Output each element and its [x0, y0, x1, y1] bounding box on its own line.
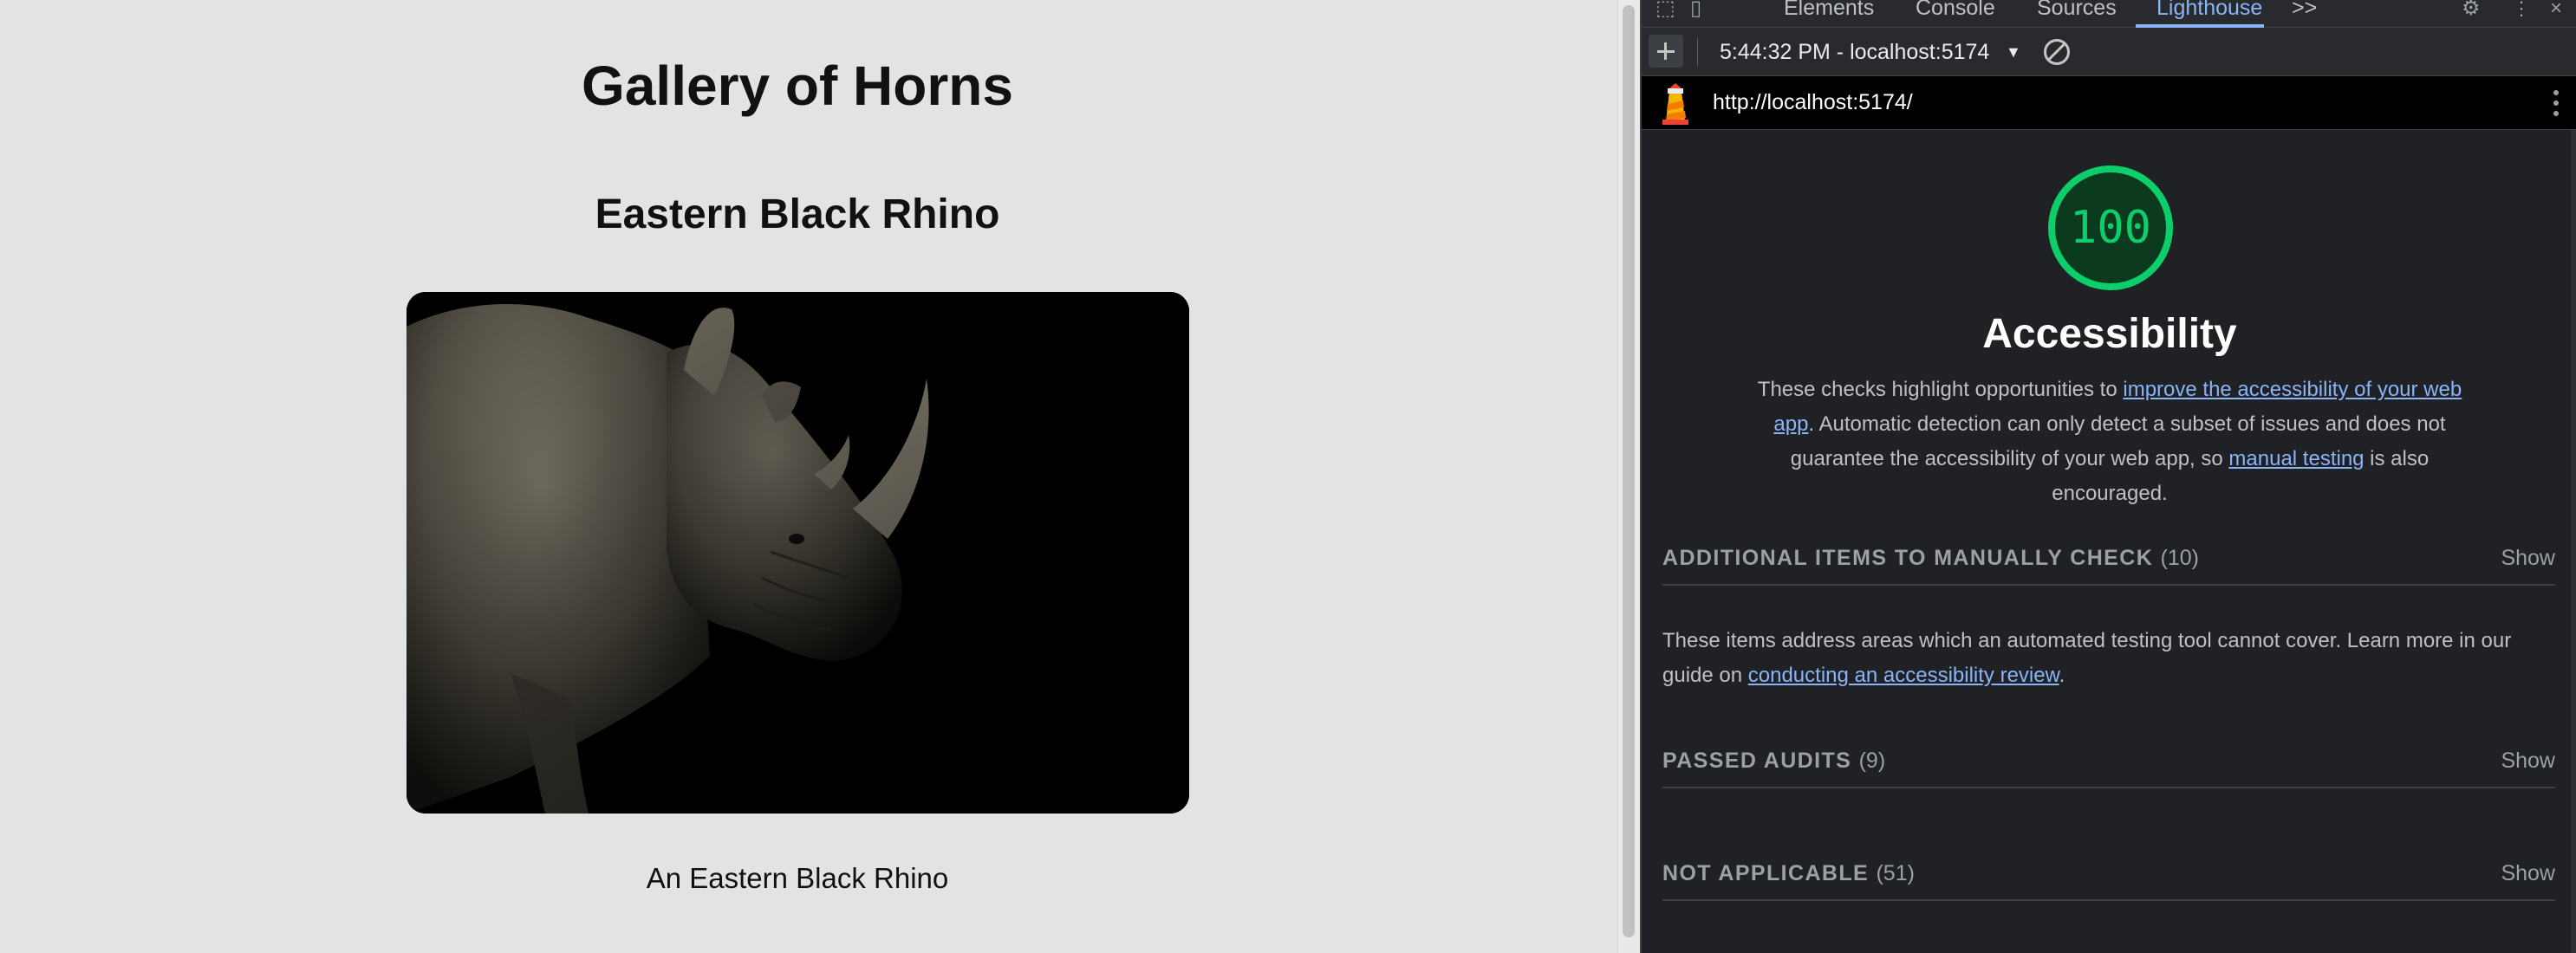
- settings-icon[interactable]: ⚙: [2462, 0, 2481, 21]
- image-caption: An Eastern Black Rhino: [646, 862, 949, 894]
- report-url: http://localhost:5174/: [1713, 90, 1913, 114]
- score-value: 100: [2070, 202, 2151, 254]
- group-passed-audits[interactable]: PASSED AUDITS (9) Show: [1662, 740, 2555, 788]
- manual-desc-end: .: [2059, 664, 2065, 687]
- devtools-panel: ⬚ ▯ Elements Console Sources Lighthouse …: [1640, 0, 2576, 953]
- page-scrollbar-thumb[interactable]: [1623, 5, 1635, 937]
- tab-console[interactable]: Console: [1916, 0, 1995, 24]
- tab-elements[interactable]: Elements: [1784, 0, 1874, 24]
- devtools-tabbar: ⬚ ▯ Elements Console Sources Lighthouse …: [1642, 0, 2576, 28]
- page-title: Gallery of Horns: [582, 55, 1013, 117]
- close-icon[interactable]: ×: [2550, 0, 2562, 21]
- show-button[interactable]: Show: [2501, 546, 2555, 571]
- toolbar-divider: [1697, 38, 1698, 66]
- kebab-menu-icon[interactable]: [2553, 90, 2560, 118]
- tab-lighthouse[interactable]: Lighthouse: [2156, 0, 2262, 24]
- manual-checks-description: These items address areas which an autom…: [1662, 624, 2555, 693]
- group-manual-checks[interactable]: ADDITIONAL ITEMS TO MANUALLY CHECK (10) …: [1662, 537, 2555, 586]
- tab-sources[interactable]: Sources: [2037, 0, 2117, 24]
- device-toggle-icon[interactable]: ▯: [1690, 0, 1701, 21]
- group-not-applicable[interactable]: NOT APPLICABLE (51) Show: [1662, 853, 2555, 901]
- inspect-icon[interactable]: ⬚: [1656, 0, 1675, 21]
- rhino-image: [407, 292, 1189, 814]
- card-title: Eastern Black Rhino: [595, 191, 1000, 237]
- accessibility-review-link[interactable]: conducting an accessibility review: [1748, 664, 2059, 687]
- report-url-bar: http://localhost:5174/: [1642, 76, 2576, 130]
- group-title-text: PASSED AUDITS: [1662, 749, 1852, 773]
- category-description: These checks highlight opportunities to …: [1754, 373, 2465, 511]
- caret-down-icon[interactable]: ▼: [2006, 38, 2021, 66]
- more-tabs-icon[interactable]: >>: [2292, 0, 2317, 24]
- group-count: (9): [1858, 749, 1886, 773]
- clear-icon[interactable]: [2044, 39, 2070, 65]
- group-title: ADDITIONAL ITEMS TO MANUALLY CHECK (10): [1662, 546, 2199, 571]
- lighthouse-toolbar: 5:44:32 PM - localhost:5174 ▼: [1642, 28, 2576, 76]
- category-title: Accessibility: [1982, 311, 2237, 357]
- report-selector[interactable]: 5:44:32 PM - localhost:5174: [1720, 38, 1989, 66]
- group-title: PASSED AUDITS (9): [1662, 749, 1885, 774]
- group-count: (10): [2160, 546, 2199, 570]
- group-count: (51): [1876, 861, 1915, 885]
- group-title-text: NOT APPLICABLE: [1662, 861, 1870, 885]
- manual-testing-link[interactable]: manual testing: [2228, 447, 2364, 470]
- group-title: NOT APPLICABLE (51): [1662, 861, 1915, 886]
- show-button[interactable]: Show: [2501, 861, 2555, 886]
- more-options-icon[interactable]: ⋮: [2512, 0, 2531, 21]
- group-title-text: ADDITIONAL ITEMS TO MANUALLY CHECK: [1662, 546, 2154, 570]
- lighthouse-report: 100 Accessibility These checks highlight…: [1642, 130, 2569, 953]
- add-report-icon[interactable]: [1649, 35, 1683, 68]
- devtools-scrollbar[interactable]: [2571, 130, 2576, 953]
- show-button[interactable]: Show: [2501, 749, 2555, 774]
- lighthouse-logo-icon: [1662, 83, 1688, 125]
- page-viewport: Gallery of Horns Eastern Black Rhino An …: [0, 0, 1621, 953]
- desc-text-1: These checks highlight opportunities to: [1757, 378, 2124, 401]
